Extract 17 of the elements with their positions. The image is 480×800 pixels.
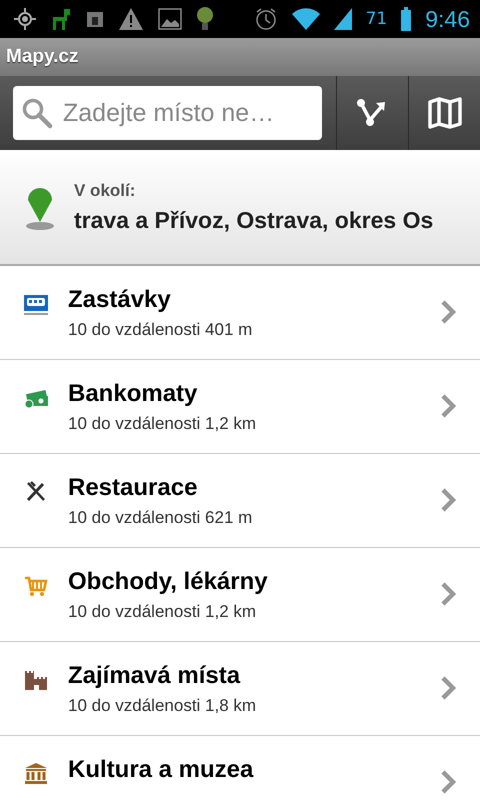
category-distance: 10 do vzdálenosti 1,2 km (68, 602, 258, 622)
app-title: Mapy.cz (6, 46, 79, 68)
battery-percentage: 71 (366, 9, 388, 29)
clock: 9:46 (425, 6, 470, 32)
location-address: trava a Přívoz, Ostrava, okres Os (74, 206, 434, 234)
category-distance: 10 do vzdálenosti 621 m (68, 508, 254, 528)
category-title: Obchody, lékárny (68, 568, 269, 596)
category-title: Zajímavá místa (68, 662, 242, 690)
category-title: Kultura a muzea (68, 756, 254, 784)
nearby-label: V okolí: (74, 180, 136, 200)
category-distance: 10 do vzdálenosti 401 m (68, 320, 254, 340)
category-distance: 10 do vzdálenosti 1,2 km (68, 414, 258, 434)
category-title: Bankomaty (68, 380, 198, 408)
category-distance: 10 do vzdálenosti 1,8 km (68, 696, 258, 716)
category-title: Zastávky (68, 286, 172, 314)
category-title: Restaurace (68, 474, 198, 502)
search-bar[interactable]: Zadejte místo ne… (13, 86, 322, 140)
